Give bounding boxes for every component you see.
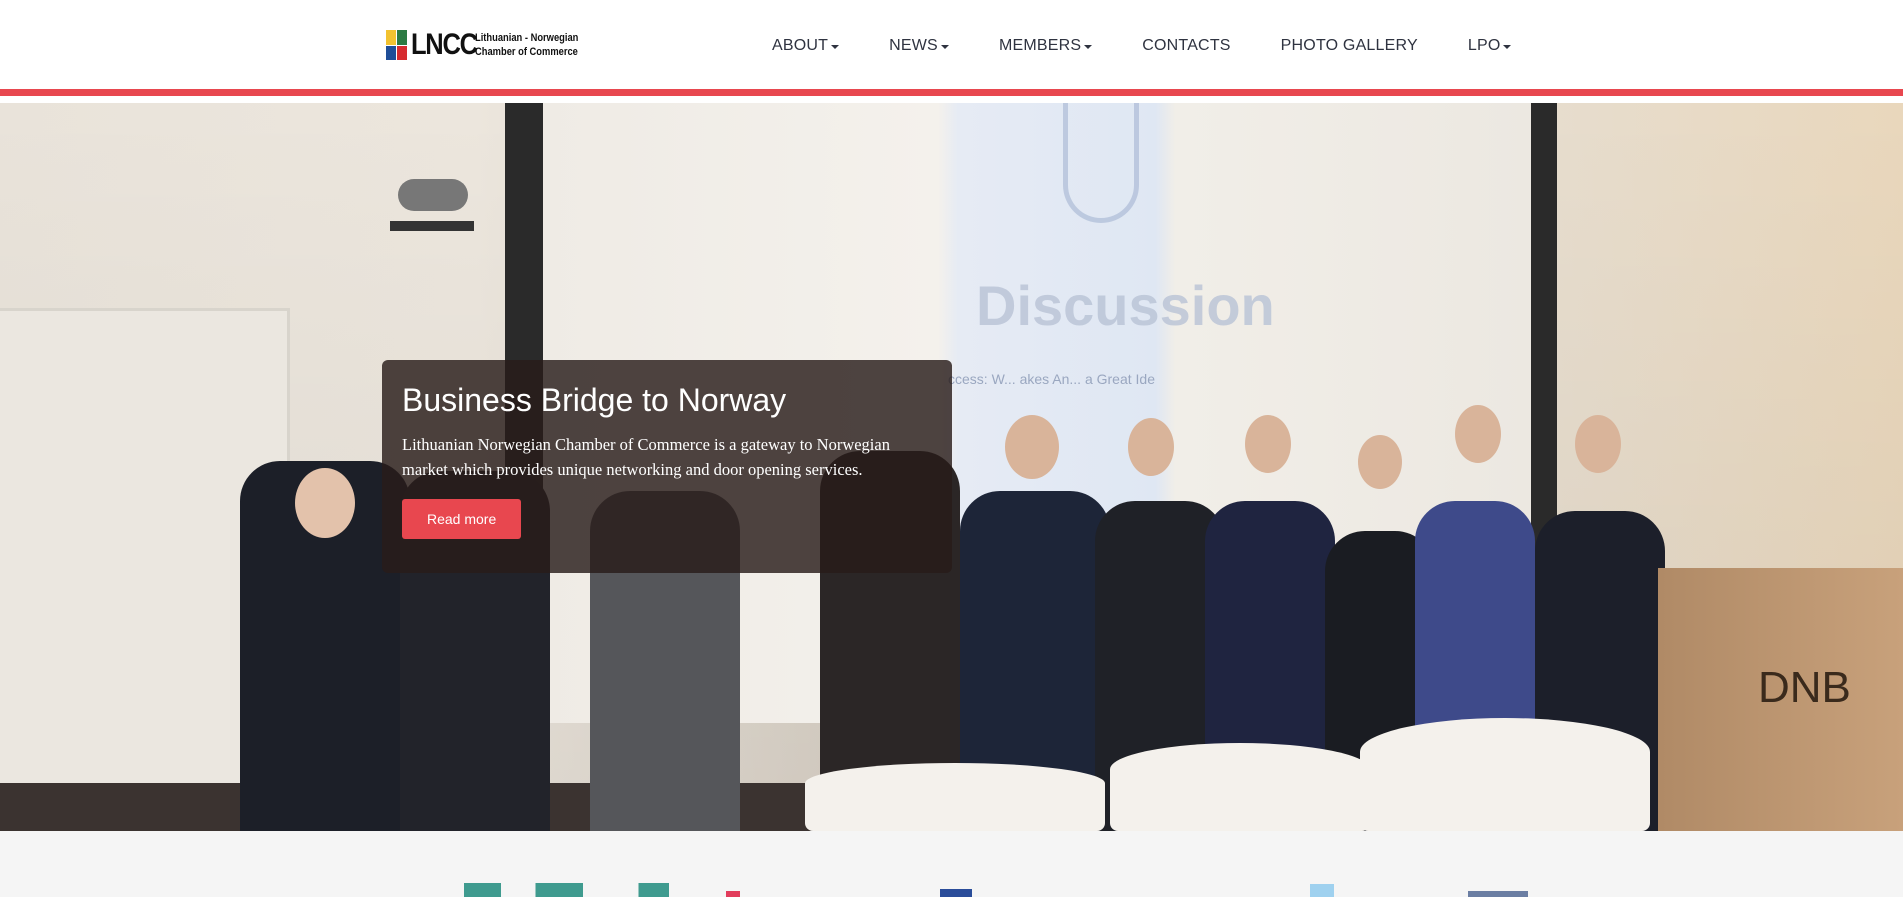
- hero-description: Lithuanian Norwegian Chamber of Commerce…: [402, 435, 890, 479]
- read-more-button[interactable]: Read more: [402, 499, 522, 539]
- caret-down-icon: [831, 45, 840, 49]
- camera-mount: [390, 221, 474, 231]
- caret-down-icon: [940, 45, 949, 49]
- nav-item-label: CONTACTS: [1142, 37, 1231, 54]
- head: [1005, 415, 1059, 479]
- nav-item-label: NEWS: [889, 37, 938, 54]
- partner-logo[interactable]: [1310, 884, 1334, 897]
- nav-item-news[interactable]: NEWS: [889, 37, 949, 55]
- table: [1360, 718, 1650, 831]
- head: [1245, 415, 1291, 473]
- head: [1128, 418, 1174, 476]
- hero-caption: Business Bridge to Norway Lithuanian Nor…: [382, 360, 952, 573]
- nav-item-label: LPO: [1467, 37, 1501, 54]
- hero-title: Business Bridge to Norway: [402, 382, 787, 418]
- nav-item-label: ABOUT: [772, 37, 829, 54]
- head: [1575, 415, 1621, 473]
- screen-heading: Discussion: [976, 274, 1275, 337]
- partner-logo[interactable]: [1468, 891, 1528, 897]
- logo-subtitle: Lithuanian - Norwegian Chamber of Commer…: [475, 31, 578, 59]
- nav-item-label: PHOTO GALLERY: [1280, 37, 1418, 54]
- nav-item-members[interactable]: MEMBERS: [998, 37, 1093, 55]
- logo-subtitle-line1: Lithuanian - Norwegian: [475, 32, 579, 44]
- caret-down-icon: [1084, 45, 1093, 49]
- partner-logo[interactable]: [726, 891, 740, 897]
- logo-text: LNCC: [411, 28, 478, 61]
- nav-item-about[interactable]: ABOUT: [772, 37, 840, 55]
- table: [805, 763, 1105, 831]
- table: [1110, 743, 1370, 831]
- head: [1455, 405, 1501, 463]
- partners-strip: [0, 831, 1903, 897]
- logo-subtitle-line2: Chamber of Commerce: [475, 46, 578, 58]
- caret-down-icon: [1503, 45, 1512, 49]
- head: [295, 468, 355, 538]
- site-header: LNCC Lithuanian - Norwegian Chamber of C…: [0, 0, 1903, 96]
- head: [1358, 435, 1402, 489]
- lectern-logo: DNB: [1758, 663, 1851, 712]
- nav-item-photo-gallery[interactable]: PHOTO GALLERY: [1281, 37, 1418, 55]
- lncc-logo-mark-icon: [386, 30, 407, 60]
- partner-logo[interactable]: [940, 889, 972, 897]
- nav-item-contacts[interactable]: CONTACTS: [1142, 37, 1230, 55]
- nav-item-lpo[interactable]: LPO: [1468, 37, 1512, 55]
- partner-logo[interactable]: [464, 883, 669, 897]
- hero-slider: Discussion ccess: W... akes An... a Grea…: [0, 103, 1903, 831]
- lightbulb-icon: [1063, 103, 1139, 223]
- nav-item-label: MEMBERS: [998, 37, 1082, 54]
- main-nav: ABOUT NEWS MEMBERS CONTACTS PHOTO GALLER…: [772, 37, 1561, 55]
- camera-icon: [398, 179, 468, 211]
- site-logo[interactable]: LNCC Lithuanian - Norwegian Chamber of C…: [386, 29, 597, 61]
